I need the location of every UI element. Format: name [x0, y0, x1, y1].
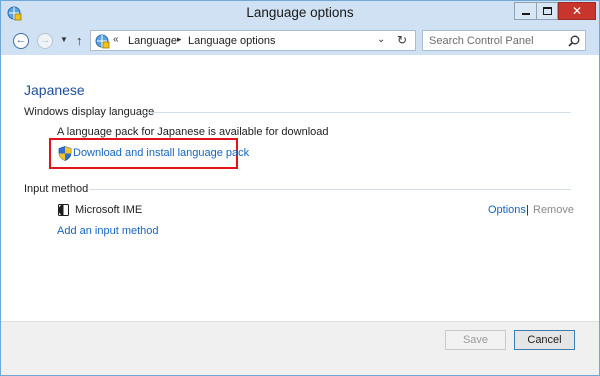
window-title: Language options — [246, 5, 354, 20]
input-method-header: Input method — [24, 183, 89, 195]
address-dropdown-icon[interactable]: ⌄ — [377, 34, 385, 45]
search-icon[interactable] — [567, 34, 581, 48]
main-content: Japanese Windows display language A lang… — [1, 55, 599, 321]
search-input[interactable]: Search Control Panel — [422, 30, 586, 51]
close-icon: ✕ — [571, 4, 583, 18]
up-button[interactable]: ↑ — [76, 33, 83, 48]
display-language-header: Windows display language — [24, 106, 155, 118]
control-panel-icon — [95, 34, 110, 49]
maximize-button[interactable] — [536, 2, 558, 20]
maximize-icon — [543, 7, 552, 15]
breadcrumb-language-options[interactable]: Language options — [188, 35, 275, 47]
back-arrow-icon: ← — [15, 34, 27, 46]
dialog-footer: Save Cancel — [1, 321, 599, 375]
navigation-bar: ← → ▼ ↑ « Language ▸ Language options ⌄ … — [1, 27, 599, 55]
address-bar[interactable]: « Language ▸ Language options ⌄ ↻ — [90, 30, 416, 51]
cancel-button[interactable]: Cancel — [514, 330, 575, 350]
search-placeholder: Search Control Panel — [429, 35, 534, 47]
breadcrumb-language[interactable]: Language — [128, 35, 177, 47]
language-options-window: Language options ✕ ← → ▼ ↑ « Language ▸ … — [0, 0, 600, 376]
link-separator: | — [526, 204, 529, 216]
page-title: Japanese — [24, 82, 85, 98]
forward-arrow-icon: → — [39, 34, 51, 46]
minimize-icon — [522, 13, 530, 15]
ime-icon — [58, 204, 69, 216]
download-language-pack-link[interactable]: Download and install language pack — [73, 147, 249, 159]
title-bar[interactable]: Language options ✕ — [1, 1, 599, 27]
uac-shield-icon — [58, 146, 72, 161]
breadcrumb-separator-icon[interactable]: ▸ — [177, 34, 182, 45]
forward-button[interactable]: → — [37, 33, 53, 49]
section-divider — [146, 112, 571, 113]
section-divider — [89, 189, 571, 190]
breadcrumb-overflow-icon[interactable]: « — [113, 34, 119, 45]
download-highlight-box: Download and install language pack — [49, 138, 249, 169]
ime-remove-link: Remove — [533, 204, 574, 216]
refresh-icon[interactable]: ↻ — [397, 33, 407, 47]
add-input-method-link[interactable]: Add an input method — [57, 225, 159, 237]
ime-options-link[interactable]: Options — [488, 204, 526, 216]
recent-locations-button[interactable]: ▼ — [60, 35, 68, 44]
ime-name: Microsoft IME — [75, 204, 143, 216]
language-pack-info: A language pack for Japanese is availabl… — [57, 126, 329, 138]
save-button: Save — [445, 330, 506, 350]
minimize-button[interactable] — [514, 2, 536, 20]
close-button[interactable]: ✕ — [558, 2, 596, 20]
back-button[interactable]: ← — [13, 33, 29, 49]
